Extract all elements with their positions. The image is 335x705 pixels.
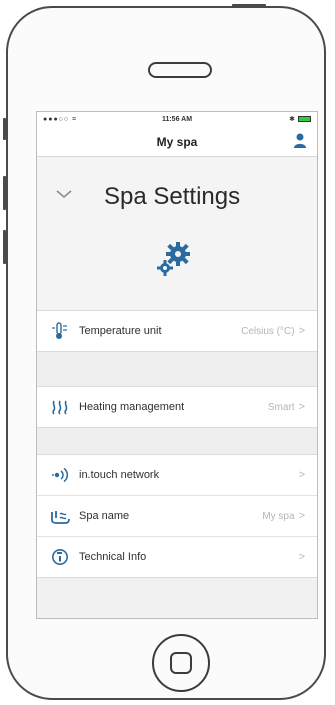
bluetooth-icon: ✱ [289, 116, 295, 123]
spa-name-row[interactable]: Spa name My spa > [37, 496, 317, 537]
heating-management-label: Heating management [79, 401, 185, 413]
heating-waves-icon [47, 399, 73, 415]
network-signal-icon [47, 467, 73, 483]
section-spacer [37, 352, 317, 386]
status-right: ✱ [289, 115, 311, 123]
app-screen: ●●●○○ ⌗ 11:56 AM ✱ My spa Spa Settings T… [36, 111, 318, 619]
chevron-right-icon: > [298, 469, 305, 481]
nav-bar: My spa [37, 128, 317, 157]
battery-icon [298, 116, 311, 122]
settings-header: Spa Settings [37, 157, 317, 310]
volume-down-button [3, 230, 6, 264]
spa-name-label: Spa name [79, 510, 130, 522]
heating-management-value: Smart [267, 401, 295, 413]
technical-info-row[interactable]: Technical Info > [37, 537, 317, 577]
chevron-right-icon: > [298, 551, 305, 563]
gears-icon [154, 239, 194, 284]
status-time: 11:56 AM [161, 116, 193, 123]
nav-title: My spa [156, 135, 198, 149]
speaker-slot [148, 62, 212, 78]
settings-group-heating: Heating management Smart > [37, 386, 317, 428]
page-title: Spa Settings [104, 183, 241, 210]
power-button [232, 4, 266, 7]
intouch-network-label: in.touch network [79, 469, 160, 481]
home-button[interactable] [152, 634, 210, 692]
heating-management-row[interactable]: Heating management Smart > [37, 387, 317, 427]
settings-group-spa: in.touch network > Spa name My spa > Tec… [37, 454, 317, 578]
temperature-unit-row[interactable]: Temperature unit Celsius (°C) > [37, 311, 317, 351]
chevron-right-icon: > [298, 510, 305, 522]
temperature-unit-value: Celsius (°C) [241, 325, 295, 337]
home-square-icon [170, 652, 192, 674]
technical-info-label: Technical Info [79, 551, 147, 563]
mute-switch [3, 118, 6, 140]
status-bar: ●●●○○ ⌗ 11:56 AM ✱ [37, 112, 317, 128]
chevron-right-icon: > [298, 325, 305, 337]
intouch-network-row[interactable]: in.touch network > [37, 455, 317, 496]
person-icon[interactable] [293, 133, 307, 154]
info-icon [47, 548, 73, 566]
chevron-down-icon[interactable] [55, 187, 73, 205]
spa-name-icon [47, 508, 73, 524]
section-spacer [37, 428, 317, 454]
thermometer-icon [47, 322, 73, 340]
settings-group-units: Temperature unit Celsius (°C) > [37, 310, 317, 352]
volume-up-button [3, 176, 6, 210]
temperature-unit-label: Temperature unit [79, 325, 162, 337]
phone-frame: ●●●○○ ⌗ 11:56 AM ✱ My spa Spa Settings T… [6, 6, 326, 700]
chevron-right-icon: > [298, 401, 305, 413]
spa-name-value: My spa [262, 510, 295, 522]
